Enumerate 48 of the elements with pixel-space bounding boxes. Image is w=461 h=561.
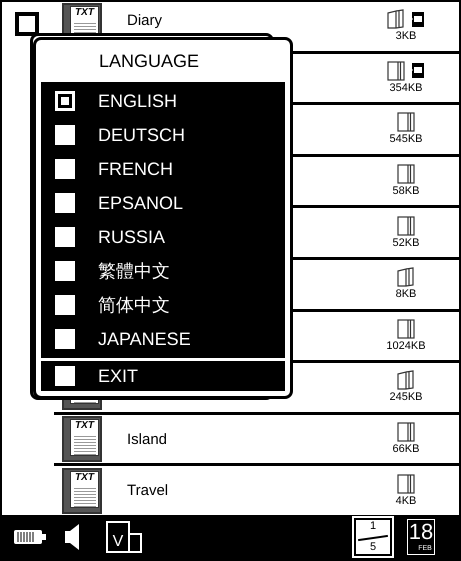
book-icon — [397, 164, 415, 184]
book-icon — [397, 474, 415, 494]
checkbox[interactable] — [55, 295, 75, 315]
checkbox[interactable] — [55, 125, 75, 145]
file-name[interactable]: Travel — [127, 482, 168, 500]
book-icon — [387, 60, 405, 81]
file-size: 4KB — [396, 494, 416, 508]
file-size: 66KB — [392, 442, 420, 456]
language-option[interactable]: 简体中文 — [41, 288, 285, 322]
file-name[interactable]: Diary — [127, 12, 162, 29]
checkbox[interactable] — [55, 329, 75, 349]
page-counter: 1 5 — [354, 518, 392, 556]
language-option[interactable]: FRENCH — [41, 152, 285, 186]
open-book-icon — [397, 267, 415, 288]
speaker-icon — [64, 523, 80, 551]
file-size: 58KB — [392, 184, 420, 198]
book-icon — [397, 112, 415, 132]
battery-icon — [13, 529, 47, 545]
language-option[interactable]: ENGLISH — [41, 84, 285, 118]
book-icon — [397, 318, 415, 339]
sd-card-icon — [411, 62, 425, 80]
dialog-title: LANGUAGE — [99, 50, 200, 72]
file-size: 52KB — [392, 236, 420, 250]
file-size: 245KB — [389, 390, 423, 404]
checkbox[interactable] — [55, 193, 75, 213]
text-file-icon: TXT — [62, 468, 102, 514]
language-option[interactable]: JAPANESE — [41, 322, 285, 356]
file-size: 545KB — [389, 132, 423, 146]
exit-option[interactable]: EXIT — [41, 361, 285, 391]
book-icon — [397, 422, 415, 442]
checkbox[interactable] — [15, 12, 39, 36]
file-size: 8KB — [396, 287, 416, 302]
sd-card-icon — [411, 10, 425, 28]
checkbox[interactable] — [55, 227, 75, 247]
book-icon — [397, 216, 415, 236]
language-option[interactable]: DEUTSCH — [41, 118, 285, 152]
language-option[interactable]: 繁體中文 — [41, 254, 285, 288]
open-book-icon — [387, 9, 405, 30]
open-book-icon — [397, 370, 415, 390]
text-file-icon: TXT — [62, 416, 102, 462]
language-option[interactable]: EPSANOL — [41, 186, 285, 220]
file-size: 354KB — [389, 80, 423, 95]
file-size: 3KB — [396, 29, 416, 44]
checkbox[interactable] — [55, 159, 75, 179]
file-size: 1024KB — [386, 338, 426, 353]
language-option[interactable]: RUSSIA — [41, 220, 285, 254]
checkbox[interactable] — [55, 261, 75, 281]
file-name[interactable]: Island — [127, 430, 168, 448]
